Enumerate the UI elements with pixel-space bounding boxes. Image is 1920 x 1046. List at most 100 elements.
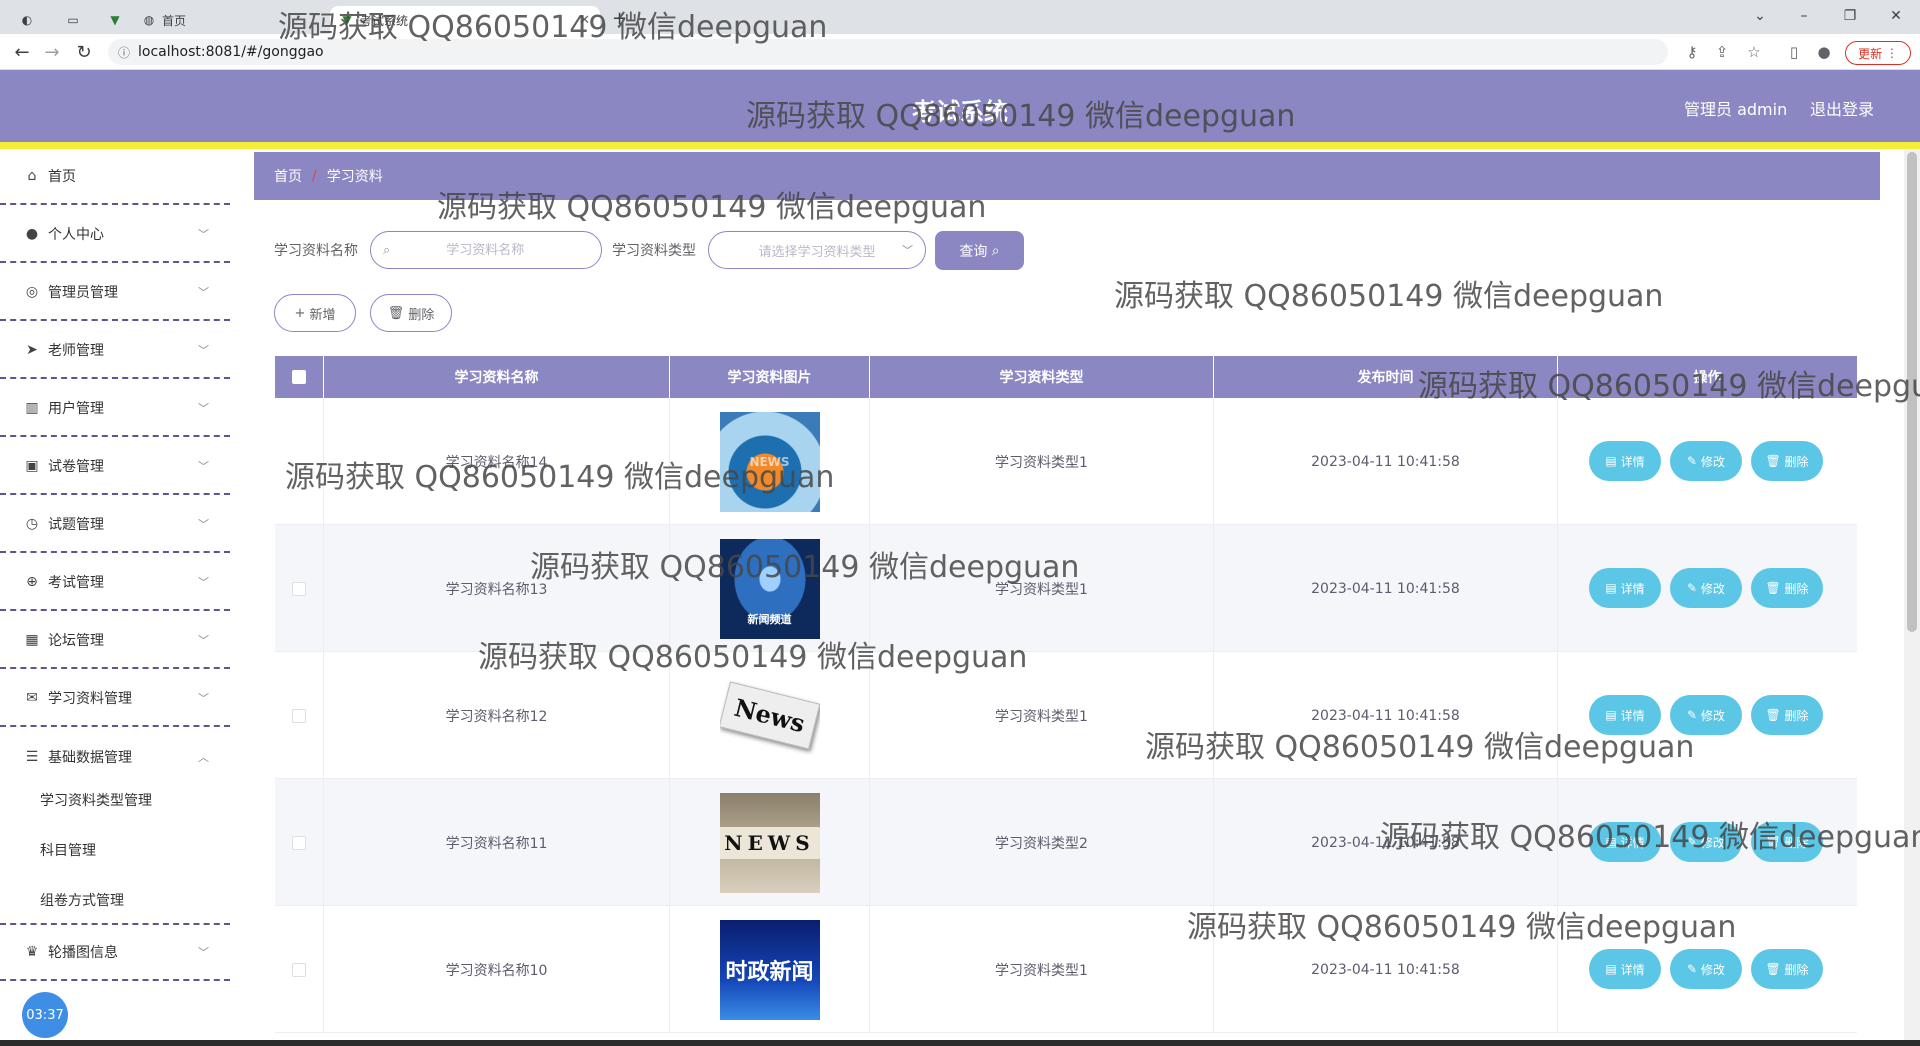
actions-cell: ▤ 详情 ✎ 修改 🗑 删除 (1558, 398, 1857, 525)
row-check-cell (275, 652, 324, 779)
app-header: 考试系统 管理员 admin 退出登录 (0, 70, 1920, 142)
window-close-button[interactable]: ✕ (1876, 4, 1916, 28)
table-row: 学习资料名称11 NEWS 学习资料类型2 2023-04-11 10:41:5… (275, 779, 1857, 906)
sidebar-item-label: 学习资料管理 (48, 691, 132, 707)
restore-button[interactable]: ❐ (1830, 4, 1870, 28)
sidebar-item-carousel[interactable]: ♛ 轮播图信息 ﹀ (0, 925, 230, 981)
share-icon[interactable]: ⇪ (1710, 40, 1734, 64)
sidebar-item-exams[interactable]: ⊕ 考试管理 ﹀ (0, 555, 230, 611)
chevron-down-icon: ﹀ (198, 692, 209, 705)
sidebar-item-home[interactable]: ⌂ 首页 (0, 149, 230, 205)
chevron-down-icon: ﹀ (198, 228, 209, 241)
table-row: 学习资料名称13 新闻频道 学习资料类型1 2023-04-11 10:41:5… (275, 525, 1857, 652)
mail-icon: ✉ (26, 690, 38, 706)
minimize-button[interactable]: – (1784, 4, 1824, 28)
edit-button[interactable]: ✎ 修改 (1670, 695, 1742, 735)
sidebar-item-users[interactable]: ▥ 用户管理 ﹀ (0, 381, 230, 437)
name-search-input[interactable] (400, 242, 571, 258)
vue-icon: ▼ (110, 13, 120, 27)
delete-button[interactable]: 🗑 删除 (1751, 822, 1823, 862)
detail-button[interactable]: ▤ 详情 (1589, 949, 1661, 989)
row-checkbox[interactable] (292, 962, 306, 977)
profile-icon[interactable]: ● (1812, 40, 1836, 64)
search-button[interactable]: 查询 ⌕ (935, 231, 1024, 270)
sidebar-item-admins[interactable]: ◎ 管理员管理 ﹀ (0, 265, 230, 321)
row-checkbox[interactable] (292, 835, 306, 850)
header-accent-line (0, 142, 1920, 149)
chevron-down-icon[interactable]: ⌄ (1740, 4, 1780, 28)
detail-button[interactable]: ▤ 详情 (1589, 441, 1661, 481)
sidebar-subitem-material-types[interactable]: 学习资料类型管理 (0, 775, 230, 825)
breadcrumb-separator: / (312, 168, 317, 184)
row-checkbox[interactable] (292, 708, 306, 723)
material-image: News (719, 665, 820, 766)
delete-button[interactable]: 🗑 删除 (1751, 568, 1823, 608)
row-check-cell (275, 779, 324, 906)
name-cell: 学习资料名称14 (324, 398, 670, 525)
chevron-down-icon: ﹀ (198, 576, 209, 589)
breadcrumb-home[interactable]: 首页 (274, 166, 302, 186)
reload-button[interactable]: ↻ (72, 40, 96, 64)
url-field[interactable]: ⓘ localhost:8081/#/gonggao (108, 39, 1668, 65)
delete-button[interactable]: 🗑 删除 (1751, 695, 1823, 735)
tab-label: 考试系统 (360, 13, 409, 28)
star-icon[interactable]: ☆ (1742, 40, 1766, 64)
image-cell: 新闻频道 (670, 525, 870, 652)
search-icon: ⌕ (383, 242, 391, 258)
close-icon[interactable]: ✕ (579, 13, 590, 28)
browser-tab[interactable]: ◐ (10, 6, 50, 34)
app-title: 考试系统 (912, 98, 1008, 126)
select-all-checkbox[interactable] (292, 370, 306, 384)
edit-button[interactable]: ✎ 修改 (1670, 568, 1742, 608)
info-icon: ⓘ (118, 45, 131, 60)
material-image: NEWS (719, 792, 820, 893)
url-text: localhost:8081/#/gonggao (138, 44, 324, 60)
detail-button[interactable]: ▤ 详情 (1589, 822, 1661, 862)
detail-button[interactable]: ▤ 详情 (1589, 568, 1661, 608)
browser-tab[interactable]: ▭ (56, 6, 96, 34)
edit-button[interactable]: ✎ 修改 (1670, 441, 1742, 481)
new-tab-button[interactable]: + (612, 8, 627, 29)
batch-delete-button[interactable]: 🗑 删除 (370, 294, 452, 332)
sidebar-item-papers[interactable]: ▣ 试卷管理 ﹀ (0, 439, 230, 495)
row-check-cell (275, 525, 324, 652)
type-cell: 学习资料类型1 (870, 652, 1214, 779)
logout-button[interactable]: 退出登录 (1810, 96, 1874, 120)
row-checkbox[interactable] (292, 581, 306, 596)
sidebar-item-questions[interactable]: ◷ 试题管理 ﹀ (0, 497, 230, 553)
sidebar-subitem-subjects[interactable]: 科目管理 (0, 825, 230, 875)
edit-button[interactable]: ✎ 修改 (1670, 822, 1742, 862)
sidebar-subitem-paper-methods[interactable]: 组卷方式管理 (0, 875, 230, 925)
name-search-field[interactable]: ⌕ (370, 231, 602, 269)
sidepanel-icon[interactable]: ▯ (1782, 40, 1806, 64)
type-label: 学习资料类型 (612, 243, 696, 259)
type-select[interactable]: 请选择学习资料类型 ﹀ (708, 231, 926, 269)
time-cell: 2023-04-11 10:41:58 (1214, 906, 1558, 1033)
sidebar-item-label: 考试管理 (48, 575, 104, 591)
sidebar-item-forum[interactable]: ▦ 论坛管理 ﹀ (0, 613, 230, 669)
name-cell: 学习资料名称11 (324, 779, 670, 906)
sidebar-item-materials[interactable]: ✉ 学习资料管理 ﹀ (0, 671, 230, 727)
sidebar: ⌂ 首页 ● 个人中心 ﹀ ◎ 管理员管理 ﹀ ➤ 老师管理 ﹀ ▥ 用户管理 ﹀ ▣ 试卷管理 ﹀ … (0, 149, 230, 1046)
delete-button[interactable]: 🗑 删除 (1751, 949, 1823, 989)
update-button[interactable]: 更新 ⋮ (1845, 41, 1911, 65)
user-icon: ● (25, 226, 39, 242)
add-button[interactable]: + 新增 (274, 294, 356, 332)
time-cell: 2023-04-11 10:41:58 (1214, 398, 1558, 525)
key-icon[interactable]: ⚷ (1680, 40, 1704, 64)
edit-button[interactable]: ✎ 修改 (1670, 949, 1742, 989)
scrollbar-thumb[interactable] (1907, 152, 1917, 632)
delete-button[interactable]: 🗑 删除 (1751, 441, 1823, 481)
forward-button[interactable]: → (40, 40, 64, 64)
browser-tab-bar: ◐ ▭ ▼ ◍ 首页 ▼ 考试系统 ✕ + ⌄ – ❐ ✕ (0, 0, 1920, 34)
detail-button[interactable]: ▤ 详情 (1589, 695, 1661, 735)
sidebar-item-profile[interactable]: ● 个人中心 ﹀ (0, 207, 230, 263)
chevron-down-icon: ﹀ (198, 518, 209, 531)
search-icon: ⌕ (991, 242, 1000, 259)
browser-tab-active[interactable]: ▼ 考试系统 ✕ (330, 6, 600, 34)
sidebar-item-teachers[interactable]: ➤ 老师管理 ﹀ (0, 323, 230, 379)
name-cell: 学习资料名称13 (324, 525, 670, 652)
back-button[interactable]: ← (10, 40, 34, 64)
clock-badge: 03:37 (22, 992, 68, 1038)
browser-tab-home[interactable]: ◍ 首页 (132, 6, 332, 34)
